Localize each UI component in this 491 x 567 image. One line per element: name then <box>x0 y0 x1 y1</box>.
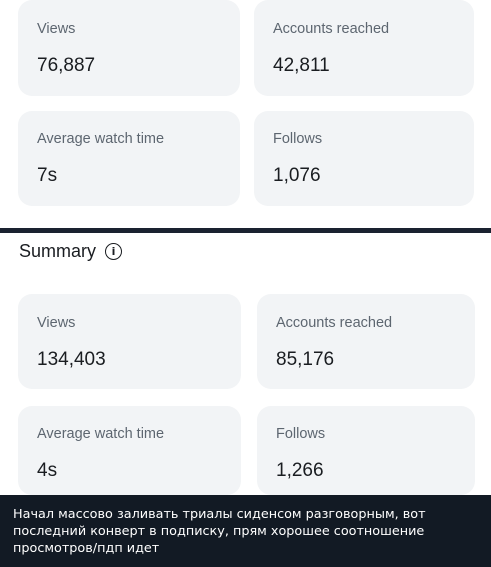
summary-heading: Summary i <box>19 241 123 262</box>
average-watch-time-label: Average watch time <box>37 131 165 147</box>
average-watch-time-value: 7s <box>37 165 58 186</box>
summary-views-card: Views 134,403 <box>18 294 241 389</box>
caption-text: Начал массово заливать триалы сиденсом р… <box>13 507 426 556</box>
summary-follows-value: 1,266 <box>276 460 324 481</box>
summary-section: Summary i Views 134,403 Accounts reached… <box>0 233 491 495</box>
accounts-reached-value: 42,811 <box>273 55 330 76</box>
follows-card: Follows 1,076 <box>254 111 474 206</box>
summary-views-value: 134,403 <box>37 349 106 370</box>
views-card: Views 76,887 <box>18 0 240 96</box>
summary-accounts-reached-card: Accounts reached 85,176 <box>257 294 475 389</box>
summary-average-watch-time-value: 4s <box>37 460 58 481</box>
follows-label: Follows <box>273 131 323 147</box>
summary-accounts-reached-value: 85,176 <box>276 349 335 370</box>
info-circle-icon[interactable]: i <box>105 243 123 260</box>
summary-average-watch-time-label: Average watch time <box>37 426 165 442</box>
summary-title: Summary <box>19 241 97 261</box>
summary-views-label: Views <box>37 315 76 331</box>
summary-average-watch-time-card: Average watch time 4s <box>18 406 241 495</box>
summary-accounts-reached-label: Accounts reached <box>276 315 393 331</box>
average-watch-time-card: Average watch time 7s <box>18 111 240 206</box>
follows-value: 1,076 <box>273 165 321 186</box>
views-value: 76,887 <box>37 55 96 76</box>
views-label: Views <box>37 21 76 37</box>
accounts-reached-label: Accounts reached <box>273 21 390 37</box>
caption-overlay: Начал массово заливать триалы сиденсом р… <box>0 495 491 567</box>
top-stats-section: Views 76,887 Accounts reached 42,811 Ave… <box>0 0 491 228</box>
summary-follows-card: Follows 1,266 <box>257 406 475 495</box>
accounts-reached-card: Accounts reached 42,811 <box>254 0 474 96</box>
summary-follows-label: Follows <box>276 426 326 442</box>
